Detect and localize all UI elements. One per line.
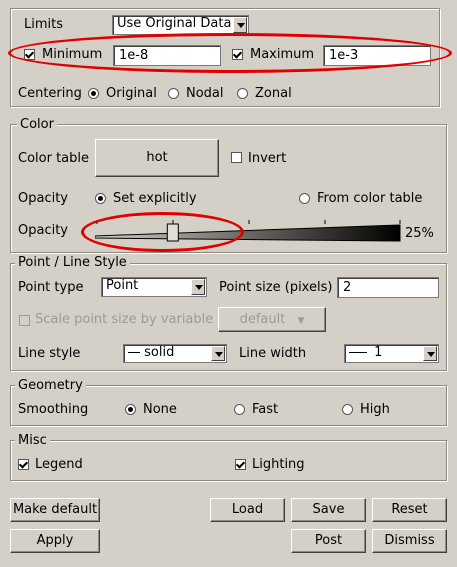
smoothing-none-radio[interactable] xyxy=(125,404,136,415)
legend-checkbox[interactable] xyxy=(18,459,29,470)
load-button[interactable]: Load xyxy=(210,498,285,522)
point-type-value: Point xyxy=(106,278,139,293)
line-width-select[interactable]: 1 xyxy=(344,344,439,363)
post-button[interactable]: Post xyxy=(291,529,366,553)
scale-variable-value: default xyxy=(239,312,286,327)
color-group-title: Color xyxy=(17,117,57,132)
point-line-group-title: Point / Line Style xyxy=(15,255,130,270)
line-width-swatch xyxy=(349,352,367,353)
line-width-label: Line width xyxy=(239,346,307,361)
centering-original-radio[interactable] xyxy=(88,88,99,99)
chevron-down-icon xyxy=(423,346,437,361)
line-width-value: 1 xyxy=(374,345,383,360)
opacity-set-explicitly-label: Set explicitly xyxy=(113,191,197,206)
opacity-set-explicitly-radio[interactable] xyxy=(95,193,106,204)
chevron-down-icon xyxy=(211,346,225,361)
smoothing-high-radio[interactable] xyxy=(342,404,353,415)
opacity-mode-label: Opacity xyxy=(18,191,69,206)
legend-label: Legend xyxy=(35,457,83,472)
smoothing-label: Smoothing xyxy=(18,402,89,417)
chevron-down-icon xyxy=(191,279,205,295)
dismiss-button[interactable]: Dismiss xyxy=(372,529,447,553)
lighting-checkbox[interactable] xyxy=(235,459,246,470)
scale-point-size-label: Scale point size by variable xyxy=(35,312,214,327)
opacity-slider-graphic xyxy=(94,220,401,242)
chevron-down-icon xyxy=(233,17,247,33)
opacity-from-color-table-radio[interactable] xyxy=(299,193,310,204)
lighting-label: Lighting xyxy=(252,457,305,472)
minimum-input[interactable]: 1e-8 xyxy=(113,45,221,66)
line-style-label: Line style xyxy=(18,346,81,361)
opacity-ramp xyxy=(94,224,401,242)
opacity-slider-label: Opacity xyxy=(18,223,69,238)
smoothing-fast-label: Fast xyxy=(252,402,279,417)
centering-zonal-label: Zonal xyxy=(255,86,292,101)
color-table-label: Color table xyxy=(18,151,89,166)
color-table-button[interactable]: hot xyxy=(95,139,219,177)
point-type-label: Point type xyxy=(18,280,84,295)
make-default-button[interactable]: Make default xyxy=(10,498,100,522)
limits-label: Limits xyxy=(24,17,63,32)
scale-point-size-checkbox[interactable] xyxy=(19,315,30,326)
save-button[interactable]: Save xyxy=(291,498,366,522)
scale-variable-button[interactable]: default ▼ xyxy=(218,307,326,332)
maximum-label: Maximum xyxy=(250,47,315,62)
opacity-from-color-table-label: From color table xyxy=(317,191,423,206)
reset-button[interactable]: Reset xyxy=(372,498,447,522)
smoothing-high-label: High xyxy=(360,402,390,417)
slider-thumb[interactable] xyxy=(166,223,179,242)
smoothing-none-label: None xyxy=(143,402,177,417)
centering-label: Centering xyxy=(18,86,82,101)
maximum-checkbox[interactable] xyxy=(232,49,243,60)
invert-checkbox[interactable] xyxy=(231,152,242,163)
centering-zonal-radio[interactable] xyxy=(237,88,248,99)
point-type-select[interactable]: Point xyxy=(101,277,207,297)
opacity-value-text: 25% xyxy=(405,226,434,241)
line-style-value: solid xyxy=(144,345,175,360)
point-size-label: Point size (pixels) xyxy=(219,280,333,295)
centering-original-label: Original xyxy=(106,86,157,101)
line-style-swatch xyxy=(128,352,140,353)
maximum-input[interactable]: 1e-3 xyxy=(323,45,431,66)
misc-group-title: Misc xyxy=(15,433,50,448)
opacity-slider[interactable] xyxy=(94,216,402,244)
minimum-checkbox[interactable] xyxy=(24,49,35,60)
limits-mode-value: Use Original Data xyxy=(117,16,232,31)
dropdown-arrow-icon: ▼ xyxy=(297,316,305,326)
centering-nodal-radio[interactable] xyxy=(168,88,179,99)
minimum-label: Minimum xyxy=(42,47,103,62)
line-style-select[interactable]: solid xyxy=(123,344,227,363)
geometry-group-title: Geometry xyxy=(15,378,86,393)
limits-mode-select[interactable]: Use Original Data xyxy=(112,15,249,35)
centering-nodal-label: Nodal xyxy=(186,86,224,101)
smoothing-fast-radio[interactable] xyxy=(234,404,245,415)
point-size-input[interactable]: 2 xyxy=(337,277,439,298)
apply-button[interactable]: Apply xyxy=(10,529,100,553)
invert-label: Invert xyxy=(248,151,287,166)
